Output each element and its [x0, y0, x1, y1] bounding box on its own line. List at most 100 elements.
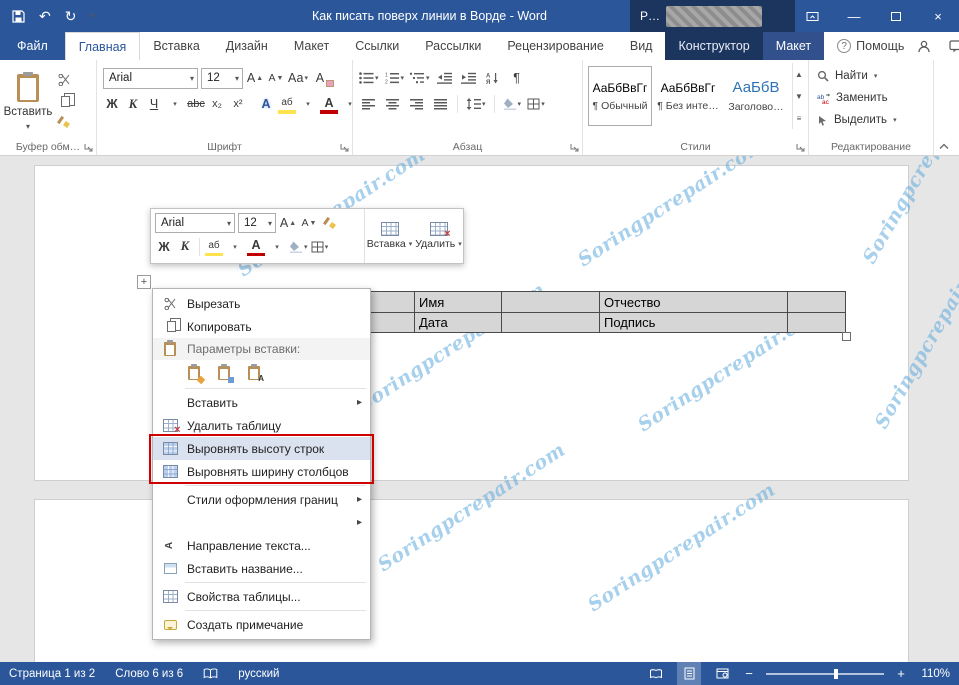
copy-icon[interactable]: [58, 94, 71, 108]
maximize-button[interactable]: [875, 0, 917, 32]
tab-review[interactable]: Рецензирование: [494, 32, 617, 60]
align-center-icon[interactable]: [383, 95, 401, 114]
mini-font-size-select[interactable]: 12 ▾: [238, 213, 276, 233]
align-left-icon[interactable]: [359, 95, 377, 114]
close-button[interactable]: ×: [917, 0, 959, 32]
paragraph-dialog-launcher[interactable]: [570, 143, 579, 152]
mini-borders-icon[interactable]: ▾: [311, 237, 329, 256]
tab-table-layout[interactable]: Макет: [763, 32, 824, 60]
tab-table-design[interactable]: Конструктор: [665, 32, 762, 60]
menuitem-delete-table[interactable]: Удалить таблицу: [153, 414, 370, 437]
grow-font-button[interactable]: А▲: [246, 69, 264, 88]
pilcrow-icon[interactable]: ¶: [508, 69, 526, 88]
minimize-button[interactable]: —: [833, 0, 875, 32]
increase-indent-icon[interactable]: [460, 69, 478, 88]
decrease-indent-icon[interactable]: [436, 69, 454, 88]
styles-scroll-down-icon[interactable]: ▼: [795, 89, 803, 103]
word-count[interactable]: Слово 6 из 6: [115, 668, 183, 680]
mini-grow-font-button[interactable]: А▲: [279, 214, 297, 233]
table-cell[interactable]: [502, 313, 600, 332]
borders-icon[interactable]: ▾: [527, 95, 545, 114]
zoom-slider-thumb[interactable]: [834, 669, 838, 679]
menuitem-copy[interactable]: Копировать: [153, 315, 370, 338]
mini-highlight-button[interactable]: аб: [205, 237, 223, 256]
menuitem-text-direction[interactable]: А Направление текста...: [153, 534, 370, 557]
mini-format-painter-icon[interactable]: [321, 214, 339, 233]
find-button[interactable]: Найти▾: [817, 67, 927, 85]
multilevel-list-icon[interactable]: ▾: [410, 69, 430, 88]
ribbon-display-options-icon[interactable]: [791, 0, 833, 32]
zoom-level[interactable]: 110%: [916, 668, 950, 680]
table-cell-date[interactable]: Дата: [415, 313, 502, 332]
mini-bold-button[interactable]: Ж: [155, 237, 173, 256]
select-button[interactable]: Выделить▾: [817, 111, 927, 129]
line-spacing-icon[interactable]: ▾: [466, 95, 486, 114]
style-card-normal[interactable]: АаБбВвГг ¶ Обычный: [588, 66, 652, 126]
mini-italic-button[interactable]: К: [176, 237, 194, 256]
paste-merge-formatting-icon[interactable]: [213, 362, 235, 384]
menuitem-distribute-rows[interactable]: Выровнять высоту строк: [153, 437, 370, 460]
cut-icon[interactable]: [58, 73, 71, 87]
tab-layout[interactable]: Макет: [281, 32, 342, 60]
paste-text-only-icon[interactable]: А: [243, 362, 265, 384]
tab-mailings[interactable]: Рассылки: [412, 32, 494, 60]
align-right-icon[interactable]: [407, 95, 425, 114]
table-cell-signature[interactable]: Подпись: [600, 313, 788, 332]
font-size-select[interactable]: 12 ▾: [201, 68, 243, 89]
comments-icon[interactable]: [949, 40, 959, 53]
highlight-button[interactable]: аб: [278, 95, 296, 114]
menuitem-insert[interactable]: Вставить ▸: [153, 391, 370, 414]
collapse-ribbon-icon[interactable]: [939, 143, 949, 150]
bold-button[interactable]: Ж: [103, 95, 121, 114]
table-cell-patronymic[interactable]: Отчество: [600, 292, 788, 312]
zoom-slider[interactable]: [766, 673, 884, 675]
table-move-handle[interactable]: +: [137, 275, 151, 289]
table-resize-handle[interactable]: [842, 332, 851, 341]
menuitem-border-styles[interactable]: Стили оформления границ ▸: [153, 488, 370, 511]
bullets-icon[interactable]: ▾: [359, 69, 379, 88]
mini-shading-icon[interactable]: ▾: [289, 237, 308, 256]
superscript-button[interactable]: х²: [229, 95, 247, 114]
tab-help[interactable]: ? Помощь: [824, 32, 917, 60]
shading-icon[interactable]: ▾: [503, 95, 522, 114]
paste-keep-formatting-icon[interactable]: [183, 362, 205, 384]
subscript-button[interactable]: х₂: [208, 95, 226, 114]
menuitem-table-properties[interactable]: Свойства таблицы...: [153, 585, 370, 608]
menuitem-insert-caption[interactable]: Вставить название...: [153, 557, 370, 580]
web-layout-icon[interactable]: [710, 662, 734, 685]
sort-icon[interactable]: АЯ: [484, 69, 502, 88]
tab-home[interactable]: Главная: [65, 32, 141, 60]
page-indicator[interactable]: Страница 1 из 2: [9, 668, 95, 680]
zoom-out-button[interactable]: −: [743, 666, 755, 681]
paste-button[interactable]: Вставить ▾: [4, 63, 52, 138]
table-cell[interactable]: [788, 292, 845, 312]
change-case-button[interactable]: Аа▾: [288, 69, 308, 88]
styles-dialog-launcher[interactable]: [796, 143, 805, 152]
menuitem-distribute-columns[interactable]: Выровнять ширину столбцов: [153, 460, 370, 483]
menuitem-autofit[interactable]: ▸: [153, 511, 370, 534]
mini-delete-button[interactable]: Удалить▾: [414, 209, 463, 263]
menuitem-new-comment[interactable]: Создать примечание: [153, 613, 370, 636]
save-icon[interactable]: [12, 10, 25, 23]
tab-references[interactable]: Ссылки: [342, 32, 412, 60]
underline-dropdown-icon[interactable]: ▾: [166, 95, 184, 114]
styles-scroll-up-icon[interactable]: ▲: [795, 67, 803, 81]
shrink-font-button[interactable]: А▼: [267, 69, 285, 88]
document-area[interactable]: Soringpcrepair.com Soringpcrepair.com So…: [0, 156, 959, 662]
underline-button[interactable]: Ч: [145, 95, 163, 114]
font-family-select[interactable]: Arial ▾: [103, 68, 198, 89]
tab-view[interactable]: Вид: [617, 32, 666, 60]
qat-customize-icon[interactable]: ▾: [90, 12, 94, 20]
language-indicator[interactable]: русский: [238, 668, 279, 680]
replace-button[interactable]: abac Заменить: [817, 89, 927, 107]
mini-insert-button[interactable]: Вставка▾: [365, 209, 414, 263]
tab-design[interactable]: Дизайн: [213, 32, 281, 60]
undo-icon[interactable]: ↶: [39, 9, 51, 23]
format-painter-icon[interactable]: [58, 115, 71, 129]
read-mode-icon[interactable]: [644, 662, 668, 685]
clipboard-dialog-launcher[interactable]: [84, 143, 93, 152]
menuitem-cut[interactable]: Вырезать: [153, 292, 370, 315]
style-card-no-spacing[interactable]: АаБбВвГг ¶ Без инте…: [656, 66, 720, 126]
tab-insert[interactable]: Вставка: [140, 32, 212, 60]
mini-highlight-dropdown-icon[interactable]: ▾: [226, 237, 244, 256]
